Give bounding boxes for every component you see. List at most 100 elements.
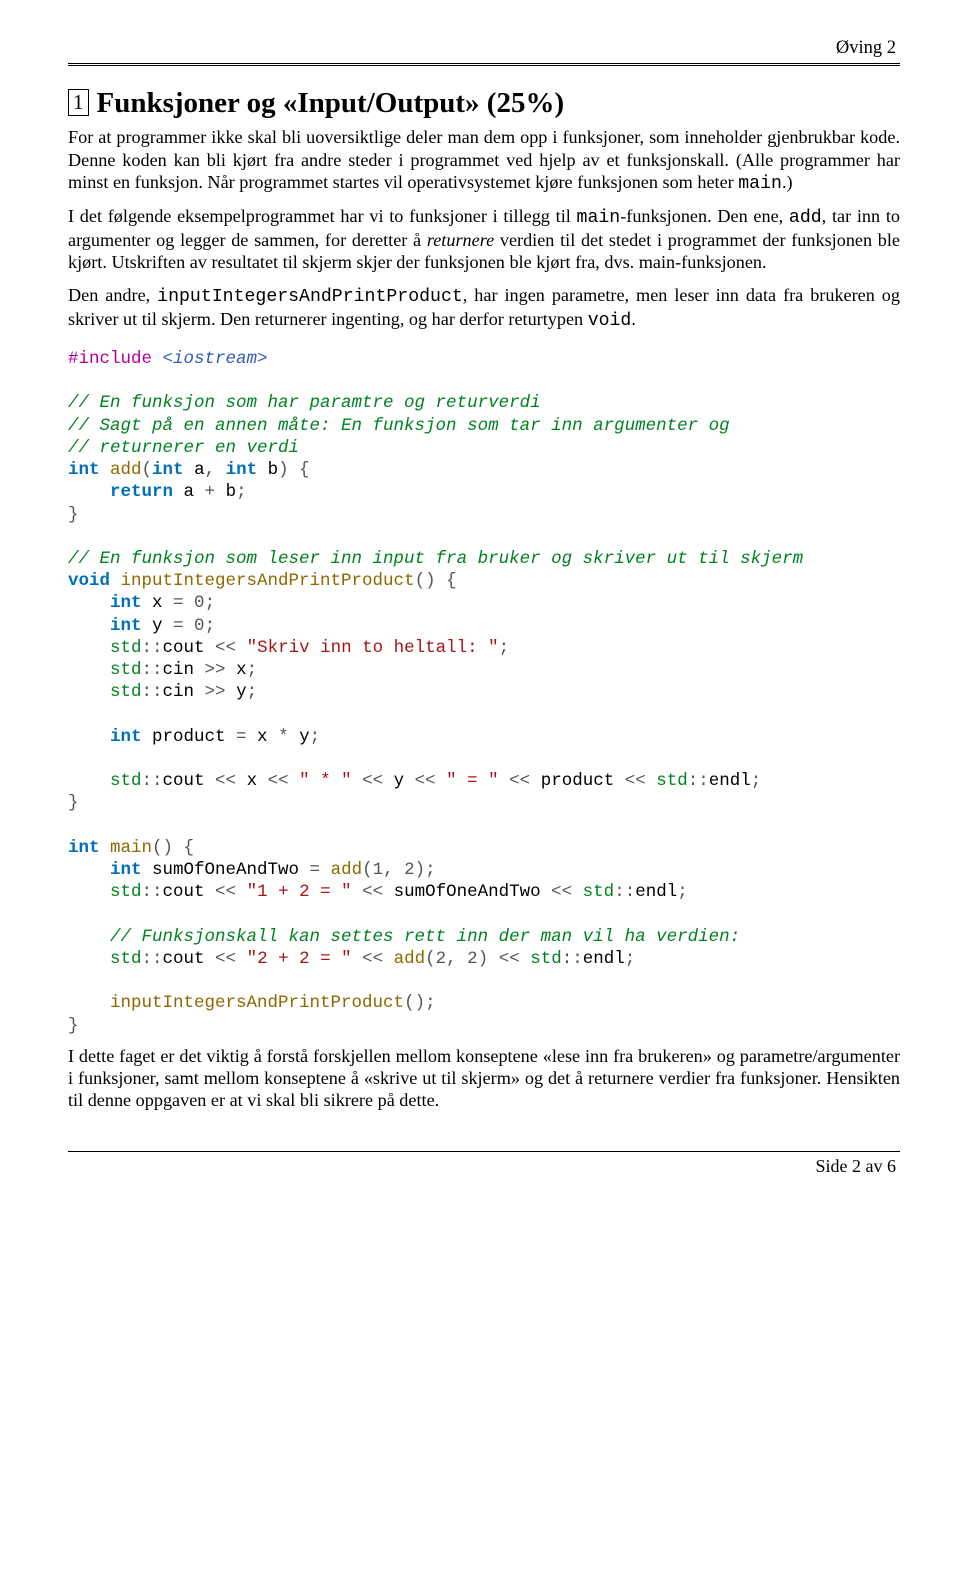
c: , [383, 860, 404, 880]
c: int [68, 838, 100, 858]
c [520, 949, 531, 969]
c: cout [163, 638, 216, 658]
c: int [68, 593, 142, 613]
c: :: [562, 949, 583, 969]
c: std [68, 882, 142, 902]
c: >> [205, 682, 226, 702]
p2-tt1: main [577, 208, 621, 228]
c: ; [499, 638, 510, 658]
c: std [583, 882, 615, 902]
c: << [551, 882, 572, 902]
c: main [100, 838, 153, 858]
c: return [68, 482, 173, 502]
header-rule [68, 63, 900, 69]
c: << [625, 771, 646, 791]
c: << [415, 771, 436, 791]
p2b: -funksjonen. Den ene, [620, 206, 789, 226]
c: b [215, 482, 236, 502]
p1-tt: main [738, 174, 782, 194]
c: std [530, 949, 562, 969]
c: std [68, 682, 142, 702]
code-block: #include <iostream> // En funksjon som h… [68, 348, 900, 1037]
c: int [68, 616, 142, 636]
p2-em: returnere [427, 230, 494, 250]
header-right: Øving 2 [68, 38, 900, 59]
c: ; [310, 727, 321, 747]
c: "2 + 2 = " [236, 949, 362, 969]
c: << [215, 949, 236, 969]
c: :: [142, 660, 163, 680]
c: std [656, 771, 688, 791]
c: = [173, 593, 184, 613]
paragraph-2: I det følgende eksempelprogrammet har vi… [68, 205, 900, 274]
c: ) [415, 860, 426, 880]
c: int [152, 460, 184, 480]
c: x [226, 660, 247, 680]
c: 2 [436, 949, 447, 969]
section-number-box: 1 [68, 89, 89, 116]
c: ) { [278, 460, 310, 480]
c: = [236, 727, 247, 747]
c: std [68, 771, 142, 791]
c: = [173, 616, 184, 636]
c: << [362, 771, 383, 791]
c: << [215, 882, 236, 902]
c: ; [425, 993, 436, 1013]
c: x [142, 593, 174, 613]
c: add [100, 460, 142, 480]
c: ; [677, 882, 688, 902]
c: int [68, 860, 142, 880]
c: x [247, 727, 279, 747]
c: ; [425, 860, 436, 880]
code-include: #include [68, 349, 152, 369]
c: () { [152, 838, 194, 858]
c: int [68, 727, 142, 747]
c: cout [163, 771, 216, 791]
c: product [142, 727, 237, 747]
c: :: [614, 882, 635, 902]
c: :: [142, 638, 163, 658]
p1-end: .) [782, 172, 793, 192]
c: cin [163, 660, 205, 680]
c: a [184, 460, 205, 480]
c: + [205, 482, 216, 502]
c: } [68, 505, 79, 525]
c: cout [163, 949, 216, 969]
c: :: [142, 771, 163, 791]
p3c: . [631, 309, 636, 329]
p2-tt2: add [789, 208, 822, 228]
c: , [205, 460, 226, 480]
c: ; [247, 682, 258, 702]
c: () [404, 993, 425, 1013]
c: cin [163, 682, 205, 702]
c [572, 882, 583, 902]
c: void [68, 571, 110, 591]
c: product [530, 771, 625, 791]
c: << [215, 771, 236, 791]
c: :: [142, 949, 163, 969]
c: } [68, 793, 79, 813]
c: 1 [373, 860, 384, 880]
c: b [257, 460, 278, 480]
c: sumOfOneAndTwo [142, 860, 310, 880]
c: inputIntegersAndPrintProduct [110, 571, 415, 591]
c: << [215, 638, 236, 658]
code-comment-5: // Funksjonskall kan settes rett inn der… [68, 927, 740, 947]
c: } [68, 1016, 79, 1036]
c: ) [478, 949, 499, 969]
c: ( [362, 860, 373, 880]
c: << [509, 771, 530, 791]
footer-page-number: Side 2 av 6 [68, 1152, 900, 1177]
c: ; [751, 771, 762, 791]
c: y [289, 727, 310, 747]
c: () { [415, 571, 457, 591]
c: y [142, 616, 174, 636]
code-comment-1: // En funksjon som har paramtre og retur… [68, 393, 541, 413]
c: << [268, 771, 289, 791]
c: endl [635, 882, 677, 902]
code-comment-3: // returnerer en verdi [68, 438, 299, 458]
page-title: 1Funksjoner og «Input/Output» (25%) [68, 87, 900, 120]
c: y [226, 682, 247, 702]
c: std [68, 949, 142, 969]
c: << [499, 949, 520, 969]
